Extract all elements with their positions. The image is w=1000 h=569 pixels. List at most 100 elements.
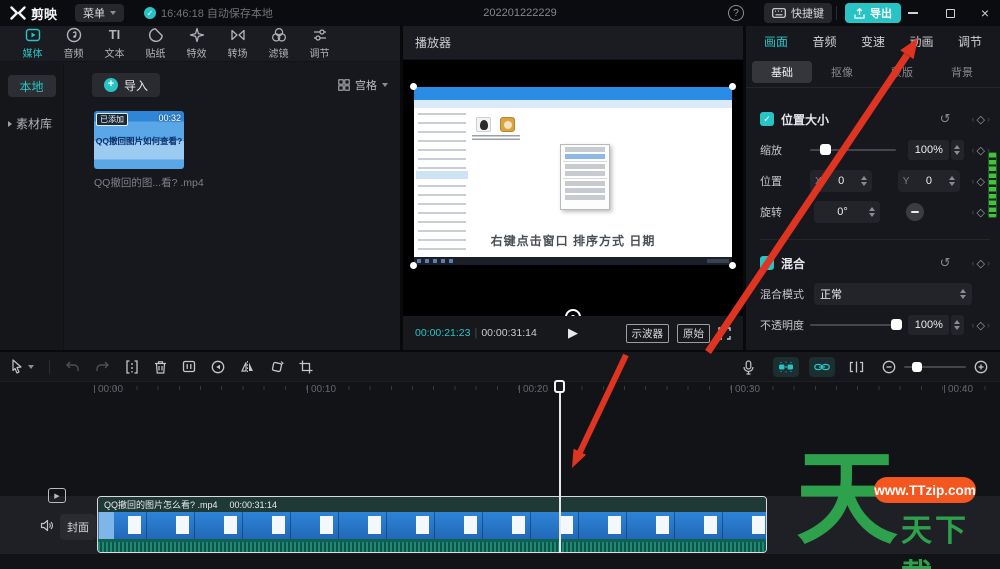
keyframe-icon[interactable]: ◇ xyxy=(977,175,985,188)
playhead-handle[interactable] xyxy=(554,380,565,393)
slider-knob[interactable] xyxy=(912,361,922,372)
keyframe-icon[interactable]: ◇ xyxy=(977,144,985,157)
keyframe-control[interactable]: ‹ ◇ › xyxy=(972,257,990,270)
tab-adjust[interactable]: 调节 xyxy=(299,27,340,60)
fullscreen-icon[interactable] xyxy=(718,326,731,340)
select-tool[interactable] xyxy=(10,359,34,374)
ruler-label[interactable]: 00:30 xyxy=(731,384,760,395)
view-mode-selector[interactable]: 宫格 xyxy=(338,77,388,93)
timeline-zoom-slider[interactable] xyxy=(904,361,966,372)
keyframe-prev-icon[interactable]: ‹ xyxy=(972,258,975,268)
tab-animation[interactable]: 动画 xyxy=(909,33,933,50)
checkbox-checked-icon[interactable]: ✓ xyxy=(760,256,774,270)
rotate-dial[interactable] xyxy=(906,203,924,221)
freeze-frame-button[interactable] xyxy=(182,360,196,373)
tab-filters[interactable]: 滤镜 xyxy=(258,27,299,60)
tab-picture[interactable]: 画面 xyxy=(764,33,788,50)
checkbox-checked-icon[interactable]: ✓ xyxy=(760,112,774,126)
ruler-label[interactable]: 00:40 xyxy=(944,384,973,395)
opacity-stepper[interactable] xyxy=(951,315,964,335)
zoom-in-button[interactable] xyxy=(974,360,988,374)
keyframe-prev-icon[interactable]: ‹ xyxy=(972,320,975,330)
keyframe-next-icon[interactable]: › xyxy=(987,258,990,268)
tab-adjustment[interactable]: 调节 xyxy=(958,33,982,50)
undo-button[interactable] xyxy=(65,360,80,373)
subtab-cutout[interactable]: 抠像 xyxy=(812,61,872,83)
shortcut-button[interactable]: 快捷键 xyxy=(764,3,832,23)
x-stepper[interactable] xyxy=(860,176,867,186)
blend-mode-dropdown[interactable]: 正常 xyxy=(814,283,972,305)
keyframe-icon[interactable]: ◇ xyxy=(977,319,985,332)
close-button[interactable]: × xyxy=(970,0,1000,26)
y-stepper[interactable] xyxy=(948,176,955,186)
menu-button[interactable]: 菜单 xyxy=(75,4,125,22)
slider-knob[interactable] xyxy=(820,144,832,155)
video-preview[interactable]: 右键点击窗口 排序方式 日期 xyxy=(414,87,732,265)
keyframe-icon[interactable]: ◇ xyxy=(977,113,985,126)
selection-handle[interactable] xyxy=(729,262,736,269)
keyframe-control[interactable]: ‹ ◇ › xyxy=(972,113,990,126)
subtab-basic[interactable]: 基础 xyxy=(752,60,812,83)
scale-stepper[interactable] xyxy=(951,140,964,160)
tab-sticker[interactable]: 贴纸 xyxy=(135,27,176,60)
rotate-stepper[interactable] xyxy=(869,207,875,217)
maximize-button[interactable] xyxy=(935,0,965,26)
snap-toggle[interactable] xyxy=(773,357,799,377)
scale-value[interactable]: 100% xyxy=(908,140,950,160)
scale-slider[interactable] xyxy=(810,144,897,155)
ruler-label[interactable]: 00:10 xyxy=(307,384,336,395)
scope-button[interactable]: 示波器 xyxy=(625,323,669,343)
reset-icon[interactable]: ↺ xyxy=(940,255,951,271)
tab-audio[interactable]: 音频 xyxy=(53,27,94,60)
position-x-field[interactable]: X 0 xyxy=(809,170,872,192)
reset-icon[interactable]: ↺ xyxy=(940,111,951,127)
keyframe-prev-icon[interactable]: ‹ xyxy=(972,207,975,217)
media-clip-card[interactable]: 已添加 00:32 QQ撤回图片如何查看? xyxy=(94,111,184,169)
playhead-line[interactable] xyxy=(559,393,561,553)
selection-handle[interactable] xyxy=(729,83,736,90)
keyframe-prev-icon[interactable]: ‹ xyxy=(972,145,975,155)
original-quality-button[interactable]: 原始 xyxy=(677,323,710,343)
link-toggle[interactable] xyxy=(809,357,835,377)
keyframe-prev-icon[interactable]: ‹ xyxy=(972,176,975,186)
tab-speed[interactable]: 变速 xyxy=(861,33,885,50)
rotate-field[interactable]: 0° xyxy=(814,201,880,223)
track-type-icon[interactable]: ▶ xyxy=(48,488,66,503)
ruler-label[interactable]: 00:20 xyxy=(519,384,548,395)
subtab-mask[interactable]: 蒙版 xyxy=(872,61,932,83)
opacity-slider[interactable] xyxy=(810,319,903,330)
dropdown-stepper[interactable] xyxy=(960,289,966,299)
keyframe-icon[interactable]: ◇ xyxy=(977,257,985,270)
preview-axis-button[interactable] xyxy=(849,361,864,373)
selection-handle[interactable] xyxy=(410,262,417,269)
keyframe-prev-icon[interactable]: ‹ xyxy=(972,114,975,124)
timeline-clip[interactable]: QQ撤回的图片怎么看? .mp4 00:00:31:14 xyxy=(97,496,767,553)
sidebar-item-library[interactable]: 素材库 xyxy=(0,115,63,132)
delete-button[interactable] xyxy=(154,360,167,374)
crop-button[interactable] xyxy=(299,360,313,374)
tab-audio-props[interactable]: 音频 xyxy=(812,33,836,50)
keyframe-next-icon[interactable]: › xyxy=(987,320,990,330)
tab-text[interactable]: TI 文本 xyxy=(94,27,135,60)
opacity-value[interactable]: 100% xyxy=(908,315,950,335)
mute-track-button[interactable] xyxy=(40,519,54,535)
import-button[interactable]: + 导入 xyxy=(92,73,161,97)
subtab-background[interactable]: 背景 xyxy=(932,61,992,83)
export-button[interactable]: 导出 xyxy=(845,3,901,23)
help-icon[interactable]: ? xyxy=(728,5,744,21)
keyframe-control[interactable]: ‹ ◇ › xyxy=(972,319,990,332)
rotate-button[interactable] xyxy=(270,360,284,374)
record-audio-button[interactable] xyxy=(742,359,755,375)
keyframe-icon[interactable]: ◇ xyxy=(977,206,985,219)
zoom-out-button[interactable] xyxy=(882,360,896,374)
keyframe-next-icon[interactable]: › xyxy=(987,114,990,124)
tab-effects[interactable]: 特效 xyxy=(176,27,217,60)
redo-button[interactable] xyxy=(95,360,110,373)
ruler-label[interactable]: 00:00 xyxy=(94,384,123,395)
mirror-button[interactable] xyxy=(240,360,255,373)
cover-button[interactable]: 封面 xyxy=(60,514,96,540)
selection-handle[interactable] xyxy=(410,83,417,90)
tab-transitions[interactable]: 转场 xyxy=(217,27,258,60)
reverse-button[interactable] xyxy=(211,360,225,374)
sidebar-item-local[interactable]: 本地 xyxy=(7,75,56,97)
